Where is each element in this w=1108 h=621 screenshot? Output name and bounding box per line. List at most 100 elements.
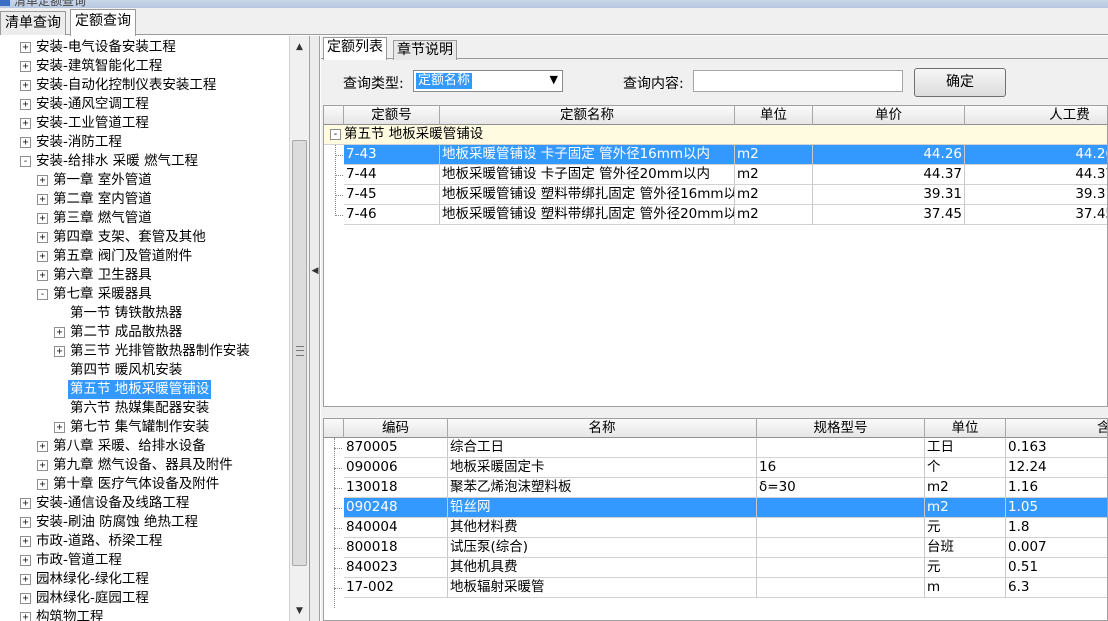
tree-item[interactable]: + 构筑物工程 — [0, 608, 290, 621]
confirm-button[interactable]: 确定 — [914, 68, 1006, 97]
expand-icon[interactable]: + — [37, 270, 48, 281]
group-row[interactable]: - 第五节 地板采暖管铺设 — [324, 125, 1107, 145]
expand-icon[interactable]: + — [20, 118, 31, 129]
expand-icon[interactable]: + — [37, 175, 48, 186]
material-cell-qty: 1.8 — [1006, 518, 1107, 538]
material-cell-unit: 工日 — [925, 438, 1006, 458]
expand-icon[interactable]: + — [20, 593, 31, 604]
col-unit[interactable]: 单位 — [735, 106, 813, 125]
expand-icon[interactable]: + — [20, 99, 31, 110]
scroll-down-icon[interactable]: ▼ — [290, 602, 309, 620]
expand-icon[interactable]: + — [37, 194, 48, 205]
material-row[interactable]: 840023 其他机具费 元 0.51 — [324, 558, 1107, 578]
tree-item[interactable]: + 第八章 采暖、给排水设备 — [0, 437, 290, 456]
tab-quota-list[interactable]: 定额列表 — [323, 37, 387, 60]
material-cell-qty: 12.24 — [1006, 458, 1107, 478]
expand-icon[interactable]: + — [20, 42, 31, 53]
chapter-tree-panel: + 安装-电气设备安装工程 + 安装-建筑智能化工程 + 安装-自动化控制仪表安装工程 + 安… — [0, 36, 310, 621]
expand-icon[interactable]: + — [54, 422, 65, 433]
tree-item[interactable]: + 安装-刷油 防腐蚀 绝热工程 — [0, 513, 290, 532]
tree-item[interactable]: + 安装-消防工程 — [0, 133, 290, 152]
expand-icon[interactable]: + — [20, 574, 31, 585]
tree-item[interactable]: + 第三章 燃气管道 — [0, 209, 290, 228]
tree-item[interactable]: + 安装-建筑智能化工程 — [0, 57, 290, 76]
expand-icon[interactable]: + — [20, 555, 31, 566]
tree-item[interactable]: + 第二节 成品散热器 — [0, 323, 290, 342]
expand-icon[interactable]: + — [37, 441, 48, 452]
quota-row[interactable]: 7-43地板采暖管铺设 卡子固定 管外径16mm以内m244.2644.26 — [324, 145, 1107, 165]
expand-icon[interactable]: + — [20, 61, 31, 72]
material-row[interactable]: 840004 其他材料费 元 1.8 — [324, 518, 1107, 538]
expand-icon[interactable]: + — [54, 346, 65, 357]
tree-item[interactable]: + 安装-通风空调工程 — [0, 95, 290, 114]
scroll-thumb[interactable] — [292, 140, 307, 566]
collapse-icon[interactable]: - — [20, 156, 31, 167]
expand-icon[interactable]: + — [54, 327, 65, 338]
quota-row[interactable]: 7-44地板采暖管铺设 卡子固定 管外径20mm以内m244.3744.37 — [324, 165, 1107, 185]
expand-icon[interactable]: + — [20, 498, 31, 509]
material-row[interactable]: 090248 铅丝网 m2 1.05 — [324, 498, 1107, 518]
quota-row[interactable]: 7-45 地板采暖管铺设 塑料带绑扎固定 管外径16mm以内 m2 39.31 39.3… — [324, 185, 1107, 205]
tree-item[interactable]: 第六节 热媒集配器安装 — [0, 399, 290, 418]
expand-icon[interactable]: + — [20, 517, 31, 528]
col-quota-code[interactable]: 定额号 — [344, 106, 440, 125]
collapse-icon[interactable]: - — [330, 129, 341, 140]
expand-icon[interactable]: + — [37, 460, 48, 471]
quota-row[interactable]: 7-46 地板采暖管铺设 塑料带绑扎固定 管外径20mm以内 m2 37.45 37.4… — [324, 205, 1107, 225]
tree-item[interactable]: + 市政-道路、桥梁工程 — [0, 532, 290, 551]
tree-item[interactable]: + 第十章 医疗气体设备及附件 — [0, 475, 290, 494]
tree-item[interactable]: + 园林绿化-庭园工程 — [0, 589, 290, 608]
expand-icon[interactable]: + — [20, 80, 31, 91]
expand-icon[interactable]: + — [20, 612, 31, 621]
tab-bill-query[interactable]: 清单查询 — [0, 11, 66, 35]
collapse-left-icon[interactable]: ◀ — [311, 266, 319, 276]
tree-item[interactable]: 第五节 地板采暖管铺设 — [0, 380, 290, 399]
tree-scrollbar[interactable]: ▲ ▼ — [289, 36, 309, 621]
col-material-unit[interactable]: 单位 — [925, 419, 1006, 438]
expand-icon[interactable]: + — [37, 251, 48, 262]
col-material-name[interactable]: 名称 — [448, 419, 757, 438]
expand-icon[interactable]: + — [37, 479, 48, 490]
tree-item[interactable]: + 第六章 卫生器具 — [0, 266, 290, 285]
material-row[interactable]: 17-002 地板辐射采暖管 m 6.3 — [324, 578, 1107, 598]
col-quota-name[interactable]: 定额名称 — [440, 106, 735, 125]
tree-item[interactable]: 第一节 铸铁散热器 — [0, 304, 290, 323]
collapse-icon[interactable]: - — [37, 289, 48, 300]
tree-item[interactable]: - 第七章 采暖器具 — [0, 285, 290, 304]
query-content-input[interactable] — [693, 70, 903, 92]
expand-icon[interactable]: + — [37, 213, 48, 224]
tree-item[interactable]: + 第四章 支架、套管及其他 — [0, 228, 290, 247]
material-row[interactable]: 800018 试压泵(综合) 台班 0.007 — [324, 538, 1107, 558]
col-price[interactable]: 单价 — [813, 106, 965, 125]
tree-item[interactable]: + 安装-自动化控制仪表安装工程 — [0, 76, 290, 95]
quota-cell-name: 地板采暖管铺设 塑料带绑扎固定 管外径16mm以内 — [440, 185, 735, 205]
tree-item[interactable]: + 第七节 集气罐制作安装 — [0, 418, 290, 437]
col-spec[interactable]: 规格型号 — [757, 419, 925, 438]
tree-item[interactable]: + 第三节 光排管散热器制作安装 — [0, 342, 290, 361]
pane-splitter[interactable]: ◀ — [310, 36, 320, 621]
tree-item[interactable]: + 安装-通信设备及线路工程 — [0, 494, 290, 513]
material-row[interactable]: 090006 地板采暖固定卡 16 个 12.24 — [324, 458, 1107, 478]
tree-item[interactable]: + 市政-管道工程 — [0, 551, 290, 570]
query-type-select[interactable]: 定额名称 ▼ — [413, 70, 563, 92]
tree-item[interactable]: + 第五章 阀门及管道附件 — [0, 247, 290, 266]
tree-item[interactable]: + 第一章 室外管道 — [0, 171, 290, 190]
expand-icon[interactable]: + — [20, 536, 31, 547]
expand-icon[interactable]: + — [20, 137, 31, 148]
expand-icon[interactable]: + — [37, 232, 48, 243]
tab-quota-query[interactable]: 定额查询 — [70, 9, 136, 36]
col-labor[interactable]: 人工费 — [965, 106, 1107, 125]
col-material-code[interactable]: 编码 — [344, 419, 448, 438]
col-quantity[interactable]: 含量 — [1006, 419, 1107, 438]
tree-item[interactable]: + 安装-电气设备安装工程 — [0, 38, 290, 57]
tree-item[interactable]: - 安装-给排水 采暖 燃气工程 — [0, 152, 290, 171]
tree-item[interactable]: + 园林绿化-绿化工程 — [0, 570, 290, 589]
tree-item[interactable]: + 第九章 燃气设备、器具及附件 — [0, 456, 290, 475]
tree-item[interactable]: 第四节 暖风机安装 — [0, 361, 290, 380]
scroll-up-icon[interactable]: ▲ — [290, 38, 309, 56]
material-row[interactable]: 130018 聚苯乙烯泡沫塑料板 δ=30 m2 1.16 — [324, 478, 1107, 498]
tab-section-notes[interactable]: 章节说明 — [393, 40, 457, 60]
tree-item[interactable]: + 安装-工业管道工程 — [0, 114, 290, 133]
material-row[interactable]: 870005 综合工日 工日 0.163 — [324, 438, 1107, 458]
tree-item[interactable]: + 第二章 室内管道 — [0, 190, 290, 209]
